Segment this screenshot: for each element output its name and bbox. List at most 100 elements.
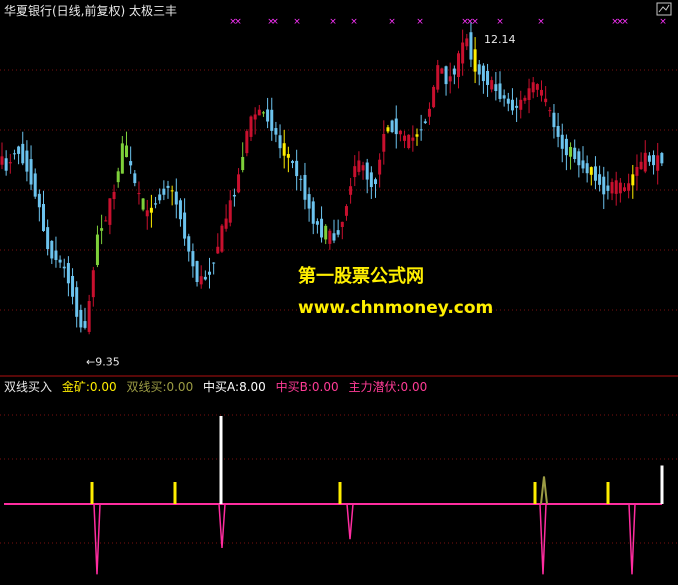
signal-marker: ×: [329, 17, 337, 27]
signal-marker: ×: [271, 17, 279, 27]
signal-marker: ×: [416, 17, 424, 27]
candle-body: [29, 159, 33, 185]
candle-body: [510, 99, 514, 111]
candle-body: [403, 135, 407, 141]
candle-body: [261, 112, 265, 114]
candle-body: [71, 275, 75, 297]
candle-body: [62, 266, 66, 269]
price-annotations: 12.14 ←9.35: [86, 33, 516, 368]
candle-body: [17, 146, 21, 154]
candle-body: [4, 158, 8, 171]
bar-主力潜伏: [93, 503, 101, 575]
candle-body: [473, 49, 477, 72]
candle-body: [270, 109, 274, 131]
legend-zhongmai-a: 中买A:8.00: [203, 380, 266, 394]
candle-body: [639, 161, 643, 170]
candle-body: [340, 221, 344, 227]
candle-body: [344, 206, 348, 216]
candle-body: [286, 154, 290, 158]
candle-body: [556, 125, 560, 137]
candle-body: [291, 161, 294, 163]
candle-body: [647, 155, 651, 162]
candle-body: [407, 134, 411, 149]
high-label: 12.14: [484, 33, 516, 46]
candle-body: [253, 114, 257, 120]
candle-body: [108, 198, 112, 225]
candle-body: [25, 150, 29, 172]
chart-canvas[interactable]: ×× ×× × × × × × ××× × × ××× × 12.14←9.35: [0, 0, 678, 585]
candle-body: [208, 271, 211, 275]
candle-body: [569, 146, 573, 157]
candle-body: [328, 230, 332, 244]
candle-body: [419, 129, 423, 131]
candle-body: [494, 84, 498, 92]
chart-toggle-icon[interactable]: [656, 2, 672, 16]
candle-body: [349, 186, 353, 195]
bar-中买A: [660, 465, 664, 504]
legend-value: 0.00: [166, 380, 194, 394]
signal-marker: ×: [621, 17, 629, 27]
candle-body: [336, 230, 340, 235]
bar-金矿: [173, 482, 177, 504]
candle-body: [120, 143, 124, 174]
candle-body: [203, 276, 207, 280]
candle-body: [0, 156, 4, 165]
legend-value: 0.00: [311, 380, 339, 394]
candle-body: [46, 227, 50, 250]
candle-body: [145, 210, 149, 217]
candle-body: [8, 162, 12, 164]
candle-body: [174, 191, 178, 205]
candle-body: [307, 194, 311, 209]
candle-body: [224, 218, 228, 229]
candle-body: [610, 182, 614, 194]
candle-body: [212, 262, 216, 264]
candle-body: [87, 301, 91, 332]
candle-body: [618, 182, 622, 194]
candle-body: [390, 120, 394, 132]
candle-body: [606, 185, 610, 191]
legend-label: 中买B:: [275, 380, 312, 394]
candle-body: [498, 83, 502, 99]
candle-body: [42, 203, 45, 231]
candle-body: [12, 153, 16, 155]
candle-body: [602, 176, 606, 195]
candle-body: [614, 180, 618, 194]
candle-body: [643, 152, 647, 172]
candle-body: [66, 263, 70, 284]
signal-marker: ×: [537, 17, 545, 27]
candle-body: [183, 212, 187, 239]
bar-主力潜伏: [218, 503, 226, 549]
signal-marker: ×: [659, 17, 667, 27]
candle-body: [133, 173, 137, 184]
candle-body: [158, 194, 162, 201]
candle-body: [560, 134, 564, 149]
candle-body: [581, 160, 585, 169]
watermark-url: www.chnmoney.com: [298, 298, 494, 318]
candle-body: [299, 178, 303, 180]
candle-body: [257, 109, 261, 116]
candle-body: [216, 246, 220, 254]
candle-body: [382, 133, 386, 152]
candle-body: [585, 163, 589, 174]
candle-body: [465, 38, 469, 47]
candle-body: [50, 240, 54, 259]
candle-body: [311, 201, 315, 224]
bar-双线买: [540, 476, 548, 505]
candle-body: [75, 287, 79, 317]
signal-markers: ×× ×× × × × × × ××× × × ××× ×: [229, 17, 667, 27]
candle-body: [33, 173, 37, 197]
indicator-legend: 双线买入 金矿:0.00 双线买:0.00 中买A:8.00 中买B:0.00 …: [4, 378, 433, 395]
signal-marker: ×: [293, 17, 301, 27]
candle-body: [232, 194, 236, 197]
bar-主力潜伏: [628, 503, 636, 575]
candle-body: [577, 151, 581, 166]
candle-body: [112, 191, 116, 200]
candle-body: [378, 159, 382, 175]
candle-body: [353, 166, 357, 178]
candle-body: [481, 65, 485, 82]
candle-body: [535, 84, 539, 90]
signal-marker: ×: [496, 17, 504, 27]
candle-body: [137, 193, 141, 195]
candle-body: [170, 190, 174, 192]
candle-body: [623, 187, 626, 191]
